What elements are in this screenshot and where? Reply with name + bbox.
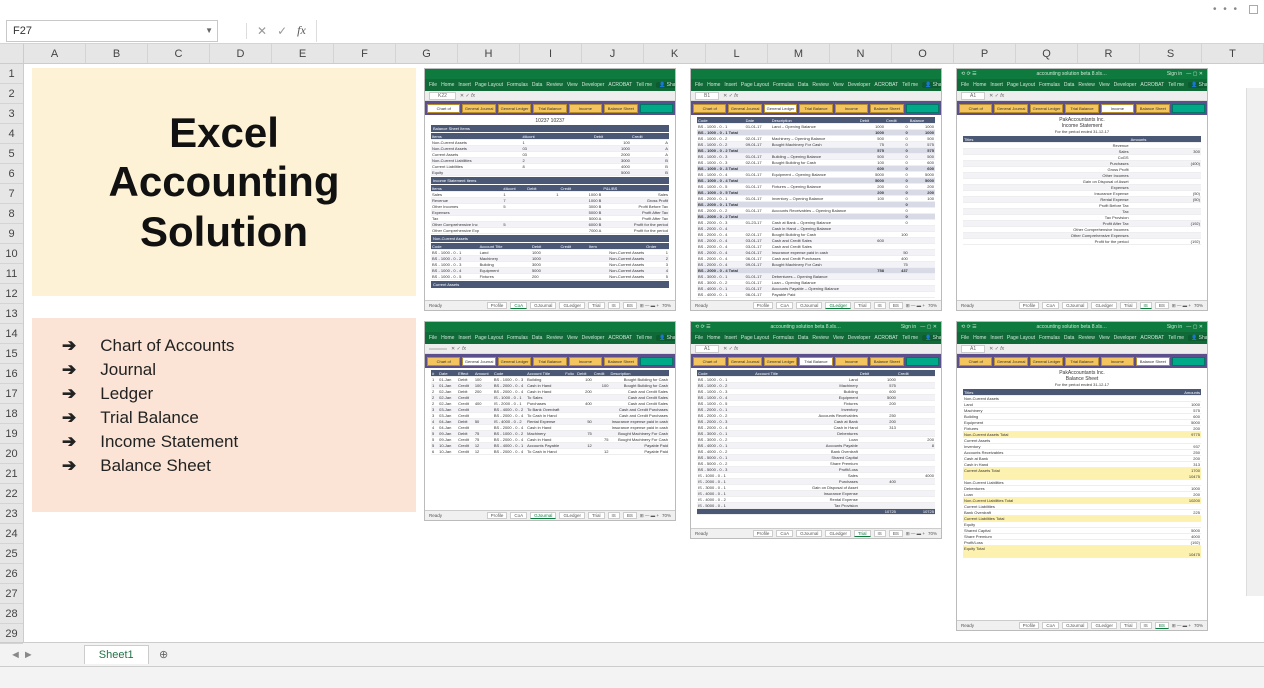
sheet-nav-arrows[interactable]: ◄►	[0, 649, 44, 661]
add-sheet-button[interactable]: ⊕	[153, 644, 175, 666]
row-header[interactable]: 29	[0, 624, 23, 644]
row-header[interactable]: 7	[0, 184, 23, 204]
feature-item: ➔Income Statement	[62, 432, 386, 452]
col-header[interactable]: R	[1078, 44, 1140, 63]
column-headers: ABCDEFGHIJKLMNOPQRST	[0, 44, 1264, 64]
thumb-income-statement: ⟲ ⟳ ☰accounting solution beta 8.xls…Sign…	[956, 68, 1208, 311]
thumb-balance-sheet: ⟲ ⟳ ☰accounting solution beta 8.xls…Sign…	[956, 321, 1208, 631]
accept-icon[interactable]: ✓	[277, 24, 287, 38]
col-header[interactable]: H	[458, 44, 520, 63]
thumb-trial-balance: ⟲ ⟳ ☰accounting solution beta 8.xls…Sign…	[690, 321, 942, 539]
feature-item: ➔Ledger	[62, 384, 386, 404]
col-header[interactable]: F	[334, 44, 396, 63]
sheet-canvas[interactable]: Excel Accounting Solution ➔Chart of Acco…	[24, 64, 1264, 642]
row-header[interactable]: 17	[0, 384, 23, 404]
row-header[interactable]: 25	[0, 544, 23, 564]
col-header[interactable]: A	[24, 44, 86, 63]
sheet-tab-active[interactable]: Sheet1	[84, 645, 149, 664]
feature-item: ➔Chart of Accounts	[62, 336, 386, 356]
chevron-down-icon[interactable]: ▼	[205, 26, 213, 35]
feature-list: ➔Chart of Accounts ➔Journal ➔Ledger ➔Trial …	[32, 318, 416, 512]
formula-bar-row: F27 ▼ ✕ ✓ fx	[0, 18, 1264, 44]
title-line-1: Excel	[169, 108, 279, 158]
thumb-journal: FileHomeInsertPage LayoutFormulasDataRev…	[424, 321, 676, 521]
status-bar	[0, 666, 1264, 688]
title-card: Excel Accounting Solution	[32, 68, 416, 296]
row-header[interactable]: 27	[0, 584, 23, 604]
row-header[interactable]: 15	[0, 344, 23, 364]
row-header[interactable]: 6	[0, 164, 23, 184]
row-header[interactable]: 4	[0, 124, 23, 144]
formula-input[interactable]	[316, 20, 1264, 42]
formula-controls: ✕ ✓ fx	[246, 23, 306, 39]
arrow-icon: ➔	[62, 336, 76, 356]
row-header[interactable]: 2	[0, 84, 23, 104]
title-line-2: Accounting	[109, 157, 340, 207]
arrow-icon: ➔	[62, 456, 76, 476]
col-header[interactable]: K	[644, 44, 706, 63]
arrow-icon: ➔	[62, 360, 76, 380]
row-header[interactable]: 13	[0, 304, 23, 324]
arrow-icon: ➔	[62, 432, 76, 452]
col-header[interactable]: L	[706, 44, 768, 63]
col-header[interactable]: J	[582, 44, 644, 63]
row-header[interactable]: 14	[0, 324, 23, 344]
col-header[interactable]: P	[954, 44, 1016, 63]
row-header[interactable]: 3	[0, 104, 23, 124]
col-header[interactable]: M	[768, 44, 830, 63]
row-header[interactable]: 18	[0, 404, 23, 424]
feature-item: ➔Journal	[62, 360, 386, 380]
row-header[interactable]: 28	[0, 604, 23, 624]
col-header[interactable]: O	[892, 44, 954, 63]
row-header[interactable]: 19	[0, 424, 23, 444]
row-header[interactable]: 16	[0, 364, 23, 384]
row-header[interactable]: 9	[0, 224, 23, 244]
row-header[interactable]: 21	[0, 464, 23, 484]
row-header[interactable]: 5	[0, 144, 23, 164]
fx-icon[interactable]: fx	[297, 23, 306, 38]
col-header[interactable]: B	[86, 44, 148, 63]
title-line-3: Solution	[140, 207, 308, 257]
window-titlebar: • • •	[0, 0, 1264, 18]
col-header[interactable]: T	[1202, 44, 1264, 63]
col-header[interactable]: G	[396, 44, 458, 63]
row-header[interactable]: 12	[0, 284, 23, 304]
row-header[interactable]: 23	[0, 504, 23, 524]
maximize-icon[interactable]	[1249, 5, 1258, 14]
row-header[interactable]: 10	[0, 244, 23, 264]
col-header[interactable]: E	[272, 44, 334, 63]
row-header[interactable]: 24	[0, 524, 23, 544]
row-header[interactable]: 26	[0, 564, 23, 584]
row-headers: 1234567891011121314151617181920212223242…	[0, 64, 24, 642]
arrow-icon: ➔	[62, 408, 76, 428]
row-header[interactable]: 8	[0, 204, 23, 224]
sheet-tab-bar: ◄► Sheet1 ⊕	[0, 642, 1264, 666]
row-header[interactable]: 11	[0, 264, 23, 284]
col-header[interactable]: Q	[1016, 44, 1078, 63]
cancel-icon[interactable]: ✕	[257, 24, 267, 38]
feature-item: ➔Balance Sheet	[62, 456, 386, 476]
col-header[interactable]: C	[148, 44, 210, 63]
col-header[interactable]: S	[1140, 44, 1202, 63]
arrow-icon: ➔	[62, 384, 76, 404]
col-header[interactable]: I	[520, 44, 582, 63]
col-header[interactable]: N	[830, 44, 892, 63]
select-all-corner[interactable]	[0, 44, 24, 63]
thumb-ledger: FileHomeInsertPage LayoutFormulasDataRev…	[690, 68, 942, 311]
worksheet-grid: ABCDEFGHIJKLMNOPQRST 1234567891011121314…	[0, 44, 1264, 642]
feature-item: ➔Trial Balance	[62, 408, 386, 428]
thumb-chart-of-accounts: FileHomeInsertPage LayoutFormulasDataRev…	[424, 68, 676, 311]
col-header[interactable]: D	[210, 44, 272, 63]
name-box-value: F27	[13, 25, 32, 37]
window-menu-dots[interactable]: • • •	[1213, 4, 1239, 15]
vertical-scrollbar[interactable]	[1246, 88, 1264, 596]
row-header[interactable]: 22	[0, 484, 23, 504]
name-box[interactable]: F27 ▼	[6, 20, 218, 42]
row-header[interactable]: 20	[0, 444, 23, 464]
row-header[interactable]: 1	[0, 64, 23, 84]
